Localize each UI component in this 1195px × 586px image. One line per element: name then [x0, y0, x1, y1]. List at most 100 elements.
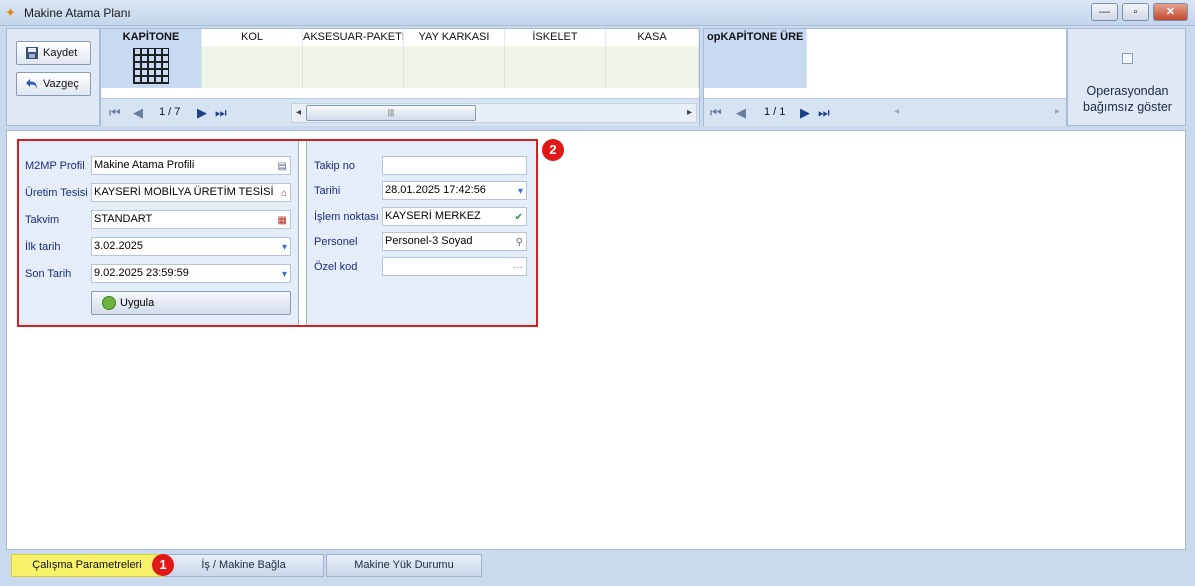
start-date-label: İlk tarih: [25, 241, 61, 253]
maximize-button[interactable]: ▫: [1122, 3, 1149, 21]
prev-page-icon[interactable]: ◀: [736, 105, 746, 121]
tab-job-machine-binding[interactable]: İş / Makine Bağla: [163, 554, 324, 577]
operation-grid: opKAPİTONE ÜRE ⏮ ◀ 1 / 1 ▶ ⏭ ◂ ▸: [703, 28, 1067, 126]
category-column[interactable]: KAPİTONE: [101, 29, 202, 46]
category-navigator: ⏮ ◀ 1 / 7 ▶ ⏭ ◂ ||| ▸: [101, 98, 699, 126]
personnel-label: Personel: [314, 236, 358, 248]
annotation-badge-2: 2: [542, 139, 564, 161]
profile-field[interactable]: Makine Atama Profili ▤: [91, 156, 291, 175]
top-panel: Kaydet Vazgeç KAPİTONE KOL AKSESUAR-PAKE…: [6, 28, 1186, 126]
independent-toggle-panel: Operasyondan bağımsız göster: [1067, 28, 1186, 126]
start-date-value: 3.02.2025: [94, 240, 143, 252]
window-title: Makine Atama Planı: [24, 6, 131, 20]
tracking-fields: Takip no Tarihi 28.01.2025 17:42:56 ▾ İş…: [306, 141, 536, 325]
save-label: Kaydet: [43, 47, 78, 59]
profile-label: M2MP Profil: [25, 160, 85, 172]
first-page-icon[interactable]: ⏮: [710, 105, 722, 121]
prev-page-icon[interactable]: ◀: [133, 105, 143, 121]
special-code-field[interactable]: ···: [382, 257, 527, 276]
category-cell[interactable]: [505, 46, 606, 88]
end-date-label: Son Tarih: [25, 268, 72, 280]
close-button[interactable]: ✕: [1153, 3, 1188, 21]
apply-label: Uygula: [120, 297, 155, 309]
category-grid-body: [101, 46, 699, 88]
start-date-field[interactable]: 3.02.2025 ▾: [91, 237, 291, 256]
scroll-right-icon[interactable]: ▸: [687, 107, 692, 118]
refresh-icon: [102, 296, 116, 310]
category-column[interactable]: KOL: [202, 29, 303, 46]
tracking-date-label: Tarihi: [314, 185, 341, 197]
process-point-value: KAYSERİ MERKEZ: [385, 210, 481, 222]
annotation-badge-1: 1: [152, 554, 174, 576]
category-cell[interactable]: [202, 46, 303, 88]
scroll-left-icon[interactable]: ◂: [894, 106, 899, 117]
tracking-date-field[interactable]: 28.01.2025 17:42:56 ▾: [382, 181, 527, 200]
last-page-icon[interactable]: ⏭: [215, 105, 227, 121]
butterfly-icon: ✦: [5, 5, 16, 20]
category-cell[interactable]: [303, 46, 404, 88]
tracking-no-label: Takip no: [314, 160, 355, 172]
main-panel: M2MP Profil Makine Atama Profili ▤ Üreti…: [6, 130, 1186, 550]
category-column[interactable]: YAY KARKASI: [404, 29, 505, 46]
end-date-value: 9.02.2025 23:59:59: [94, 267, 189, 279]
category-cell[interactable]: [101, 46, 202, 88]
tracking-no-field[interactable]: [382, 156, 527, 175]
next-page-icon[interactable]: ▶: [197, 105, 207, 121]
cancel-label: Vazgeç: [43, 78, 79, 90]
factory-icon[interactable]: ⌂: [281, 185, 287, 201]
cancel-button[interactable]: Vazgeç: [16, 72, 91, 96]
scroll-thumb[interactable]: |||: [306, 105, 476, 121]
facility-label: Üretim Tesisi: [25, 187, 88, 199]
planning-parameters: M2MP Profil Makine Atama Profili ▤ Üreti…: [19, 141, 299, 325]
ellipsis-icon[interactable]: ···: [513, 259, 523, 275]
category-column[interactable]: KASA: [606, 29, 699, 46]
calendar-icon[interactable]: ▦: [278, 212, 287, 228]
list-icon[interactable]: ▤: [278, 158, 287, 174]
personnel-field[interactable]: Personel-3 Soyad ⚲: [382, 232, 527, 251]
action-panel: Kaydet Vazgeç: [6, 28, 100, 126]
category-cell[interactable]: [606, 46, 699, 88]
chevron-down-icon[interactable]: ▾: [282, 239, 287, 255]
profile-value: Makine Atama Profili: [94, 159, 195, 171]
tab-work-parameters[interactable]: Çalışma Parametreleri: [11, 554, 163, 577]
operation-scrollbar[interactable]: ◂ ▸: [890, 103, 1064, 123]
calendar-label: Takvim: [25, 214, 60, 226]
tab-machine-load-status[interactable]: Makine Yük Durumu: [326, 554, 482, 577]
save-button[interactable]: Kaydet: [16, 41, 91, 65]
category-grid: KAPİTONE KOL AKSESUAR-PAKETLE YAY KARKAS…: [100, 28, 700, 126]
last-page-icon[interactable]: ⏭: [818, 105, 830, 121]
category-pager: 1 / 7: [159, 106, 181, 118]
independent-checkbox[interactable]: [1122, 53, 1133, 64]
operation-navigator: ⏮ ◀ 1 / 1 ▶ ⏭ ◂ ▸: [704, 98, 1066, 126]
chevron-down-icon[interactable]: ▾: [282, 266, 287, 282]
category-cell[interactable]: [404, 46, 505, 88]
facility-value: KAYSERİ MOBİLYA ÜRETİM TESİSİ: [94, 186, 274, 198]
facility-field[interactable]: KAYSERİ MOBİLYA ÜRETİM TESİSİ ⌂: [91, 183, 291, 202]
checkmark-icon[interactable]: ✔: [515, 209, 523, 225]
scroll-left-icon[interactable]: ◂: [296, 107, 301, 118]
category-grid-header: KAPİTONE KOL AKSESUAR-PAKETLE YAY KARKAS…: [101, 29, 699, 46]
chevron-down-icon[interactable]: ▾: [518, 183, 523, 199]
undo-arrow-icon: [26, 79, 37, 89]
apply-button[interactable]: Uygula: [91, 291, 291, 315]
operation-cell[interactable]: [704, 46, 807, 88]
title-bar: ✦ Makine Atama Planı — ▫ ✕: [0, 0, 1195, 26]
user-search-icon[interactable]: ⚲: [516, 234, 523, 250]
operation-column[interactable]: opKAPİTONE ÜRE: [704, 29, 807, 46]
first-page-icon[interactable]: ⏮: [109, 105, 121, 121]
category-column[interactable]: AKSESUAR-PAKETLE: [303, 29, 404, 46]
next-page-icon[interactable]: ▶: [800, 105, 810, 121]
calendar-field[interactable]: STANDART ▦: [91, 210, 291, 229]
process-point-field[interactable]: KAYSERİ MERKEZ ✔: [382, 207, 527, 226]
end-date-field[interactable]: 9.02.2025 23:59:59 ▾: [91, 264, 291, 283]
calendar-value: STANDART: [94, 213, 153, 225]
parameters-frame: M2MP Profil Makine Atama Profili ▤ Üreti…: [17, 139, 538, 327]
personnel-value: Personel-3 Soyad: [385, 235, 473, 247]
process-point-label: İşlem noktası: [314, 211, 379, 223]
tracking-date-value: 28.01.2025 17:42:56: [385, 184, 486, 196]
scroll-right-icon[interactable]: ▸: [1055, 106, 1060, 117]
special-code-label: Özel kod: [314, 261, 358, 273]
minimize-button[interactable]: —: [1091, 3, 1118, 21]
category-column[interactable]: İSKELET: [505, 29, 606, 46]
category-scrollbar[interactable]: ◂ ||| ▸: [291, 103, 697, 123]
